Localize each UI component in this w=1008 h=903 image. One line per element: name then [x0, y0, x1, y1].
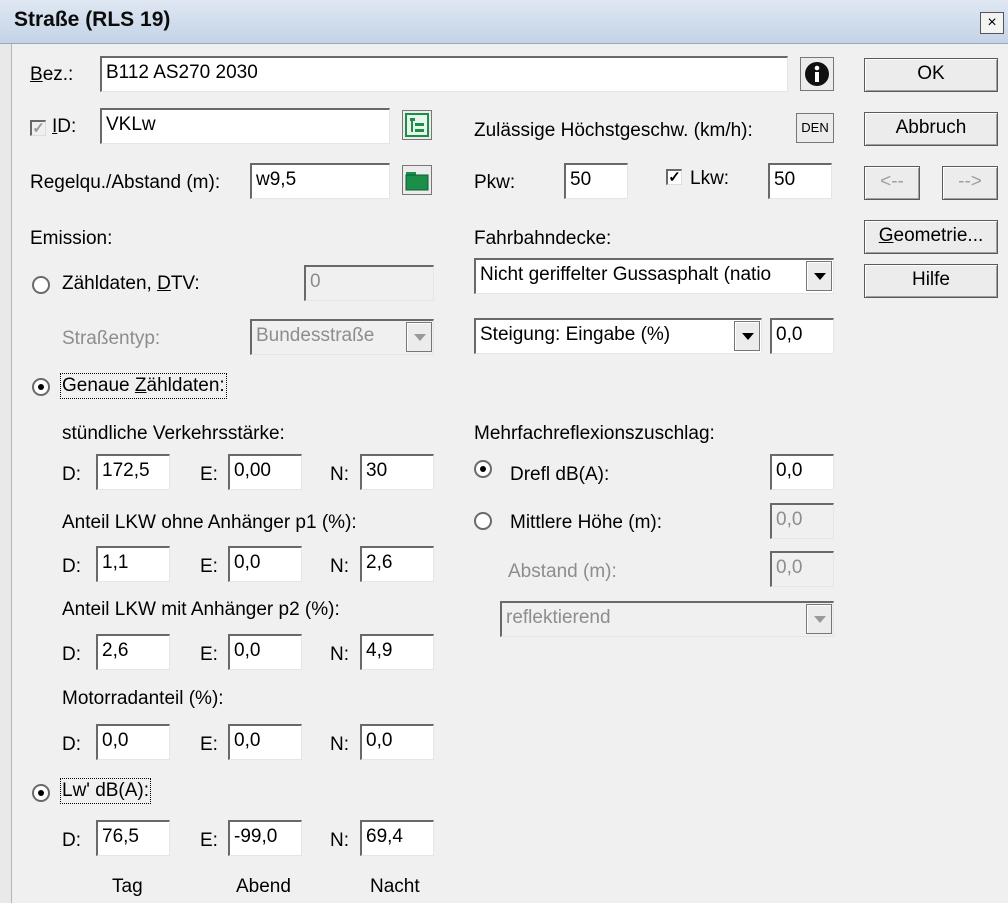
p1-n-label: N:: [330, 556, 349, 577]
lw-d-input[interactable]: 76,5: [96, 820, 170, 856]
id-checkbox[interactable]: ✓: [30, 120, 46, 136]
window-frame: [0, 44, 12, 903]
chevron-down-icon: [806, 261, 832, 291]
drefl-radio[interactable]: [474, 460, 492, 478]
p1-n-input[interactable]: 2,6: [360, 546, 434, 582]
cancel-button[interactable]: Abbruch: [864, 112, 998, 146]
speed-label: Zulässige Höchstgeschw. (km/h):: [474, 120, 753, 141]
genaue-radio[interactable]: [32, 378, 50, 396]
p2-n-label: N:: [330, 644, 349, 665]
den-button[interactable]: DEN: [796, 113, 834, 143]
strassentyp-label: Straßentyp:: [62, 328, 161, 349]
col-abend-label: Abend: [236, 876, 291, 897]
lw-e-input[interactable]: -99,0: [228, 820, 302, 856]
p1-label: Anteil LKW ohne Anhänger p1 (%):: [62, 512, 357, 533]
fahrbahn-value: Nicht geriffelter Gussasphalt (natio: [480, 264, 772, 285]
geometrie-button[interactable]: Geometrie...: [864, 220, 998, 254]
ok-button[interactable]: OK: [864, 58, 998, 92]
lkw-checkbox[interactable]: ✓: [666, 169, 682, 185]
p2-d-input[interactable]: 2,6: [96, 634, 170, 670]
chevron-down-icon: [734, 321, 760, 351]
motor-d-input[interactable]: 0,0: [96, 724, 170, 760]
p1-e-input[interactable]: 0,0: [228, 546, 302, 582]
verkehr-d-label: D:: [62, 464, 81, 485]
lw-d-label: D:: [62, 830, 81, 851]
fahrbahn-select[interactable]: Nicht geriffelter Gussasphalt (natio: [474, 258, 834, 294]
verkehr-e-label: E:: [200, 464, 218, 485]
dtv-input[interactable]: 0: [304, 265, 434, 301]
motor-n-label: N:: [330, 734, 349, 755]
col-nacht-label: Nacht: [370, 876, 420, 897]
bez-label: Bez.:: [30, 64, 74, 85]
p2-e-input[interactable]: 0,0: [228, 634, 302, 670]
hoehe-input[interactable]: 0,0: [770, 503, 834, 539]
steigung-select[interactable]: Steigung: Eingabe (%): [474, 318, 762, 354]
lw-label: Lw' dB(A):: [59, 778, 152, 804]
chevron-down-icon: [406, 322, 432, 352]
id-label: ID:: [52, 116, 77, 137]
regel-label: Regelqu./Abstand (m):: [30, 172, 221, 193]
next-button[interactable]: -->: [942, 166, 998, 200]
lw-e-label: E:: [200, 830, 218, 851]
strassentyp-select[interactable]: Bundesstraße: [250, 319, 434, 355]
motor-e-input[interactable]: 0,0: [228, 724, 302, 760]
drefl-input[interactable]: 0,0: [770, 454, 834, 490]
verkehr-d-input[interactable]: 172,5: [96, 454, 170, 490]
genaue-label: Genaue Zähldaten:: [60, 373, 227, 399]
lw-n-label: N:: [330, 830, 349, 851]
window-title: Straße (RLS 19): [14, 8, 171, 31]
hoehe-label: Mittlere Höhe (m):: [510, 512, 663, 533]
pkw-label: Pkw:: [474, 172, 516, 193]
verkehr-label: stündliche Verkehrsstärke:: [62, 423, 285, 444]
p2-n-input[interactable]: 4,9: [360, 634, 434, 670]
strassentyp-value: Bundesstraße: [256, 325, 375, 346]
zaehldaten-label: Zähldaten, DTV:: [62, 273, 200, 294]
lw-n-input[interactable]: 69,4: [360, 820, 434, 856]
id-input[interactable]: VKLw: [100, 108, 390, 144]
folder-button[interactable]: [402, 165, 432, 195]
lkw-input[interactable]: 50: [768, 163, 832, 199]
lw-radio[interactable]: [32, 784, 50, 802]
lkw-label: Lkw:: [690, 168, 730, 189]
reflex-label: Mehrfachreflexionszuschlag:: [474, 423, 715, 444]
p2-e-label: E:: [200, 644, 218, 665]
verkehr-n-label: N:: [330, 464, 349, 485]
hoehe-radio[interactable]: [474, 512, 492, 530]
prev-button[interactable]: <--: [864, 166, 920, 200]
verkehr-n-input[interactable]: 30: [360, 454, 434, 490]
motor-d-label: D:: [62, 734, 81, 755]
abstand-input[interactable]: 0,0: [770, 551, 834, 587]
regel-input[interactable]: w9,5: [250, 163, 390, 199]
steigung-input[interactable]: 0,0: [770, 318, 834, 354]
reflex-typ-select[interactable]: reflektierend: [500, 601, 834, 637]
p1-d-label: D:: [62, 556, 81, 577]
info-icon: [805, 62, 829, 86]
zaehldaten-radio[interactable]: [32, 276, 50, 294]
abstand-label: Abstand (m):: [508, 561, 617, 582]
folder-icon: [405, 172, 429, 191]
close-button[interactable]: ×: [980, 12, 1004, 34]
bez-input[interactable]: B112 AS270 2030: [100, 56, 788, 92]
p2-label: Anteil LKW mit Anhänger p2 (%):: [62, 599, 340, 620]
p1-d-input[interactable]: 1,1: [96, 546, 170, 582]
steigung-value: Steigung: Eingabe (%): [480, 324, 671, 345]
p2-d-label: D:: [62, 644, 81, 665]
tree-list-icon: [405, 113, 429, 137]
chevron-down-icon: [806, 604, 832, 634]
verkehr-e-input[interactable]: 0,00: [228, 454, 302, 490]
motor-e-label: E:: [200, 734, 218, 755]
hilfe-button[interactable]: Hilfe: [864, 264, 998, 298]
tree-button[interactable]: [402, 110, 432, 140]
info-button[interactable]: [800, 57, 834, 91]
col-tag-label: Tag: [112, 876, 143, 897]
drefl-label: Drefl dB(A):: [510, 464, 610, 485]
reflex-typ-value: reflektierend: [506, 607, 611, 628]
emission-label: Emission:: [30, 228, 113, 249]
p1-e-label: E:: [200, 556, 218, 577]
fahrbahn-label: Fahrbahndecke:: [474, 228, 612, 249]
pkw-input[interactable]: 50: [564, 163, 628, 199]
motor-label: Motorradanteil (%):: [62, 688, 224, 709]
motor-n-input[interactable]: 0,0: [360, 724, 434, 760]
